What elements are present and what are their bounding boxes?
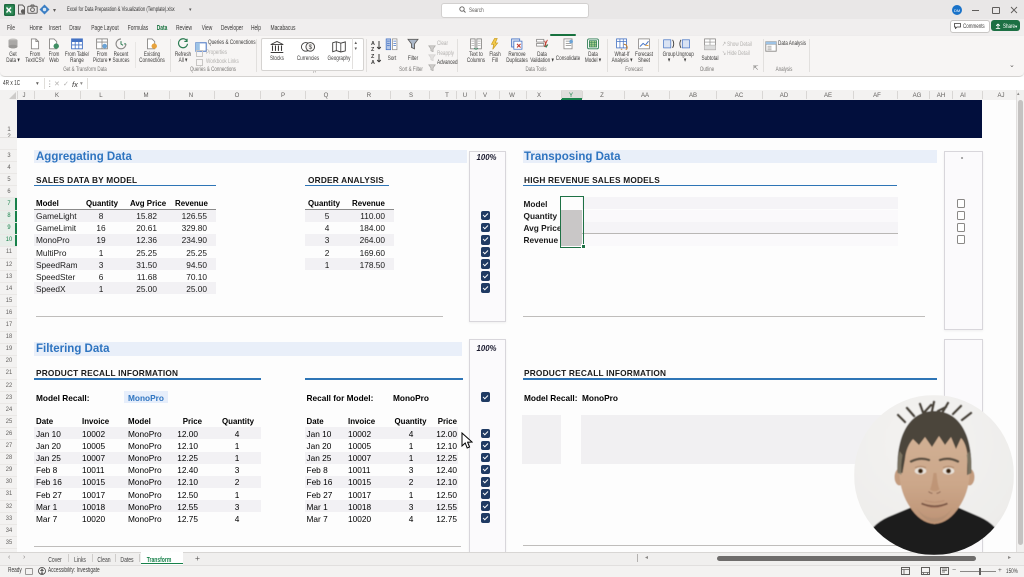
svg-text:$: $ [309,44,313,51]
svg-text:A: A [371,60,375,64]
